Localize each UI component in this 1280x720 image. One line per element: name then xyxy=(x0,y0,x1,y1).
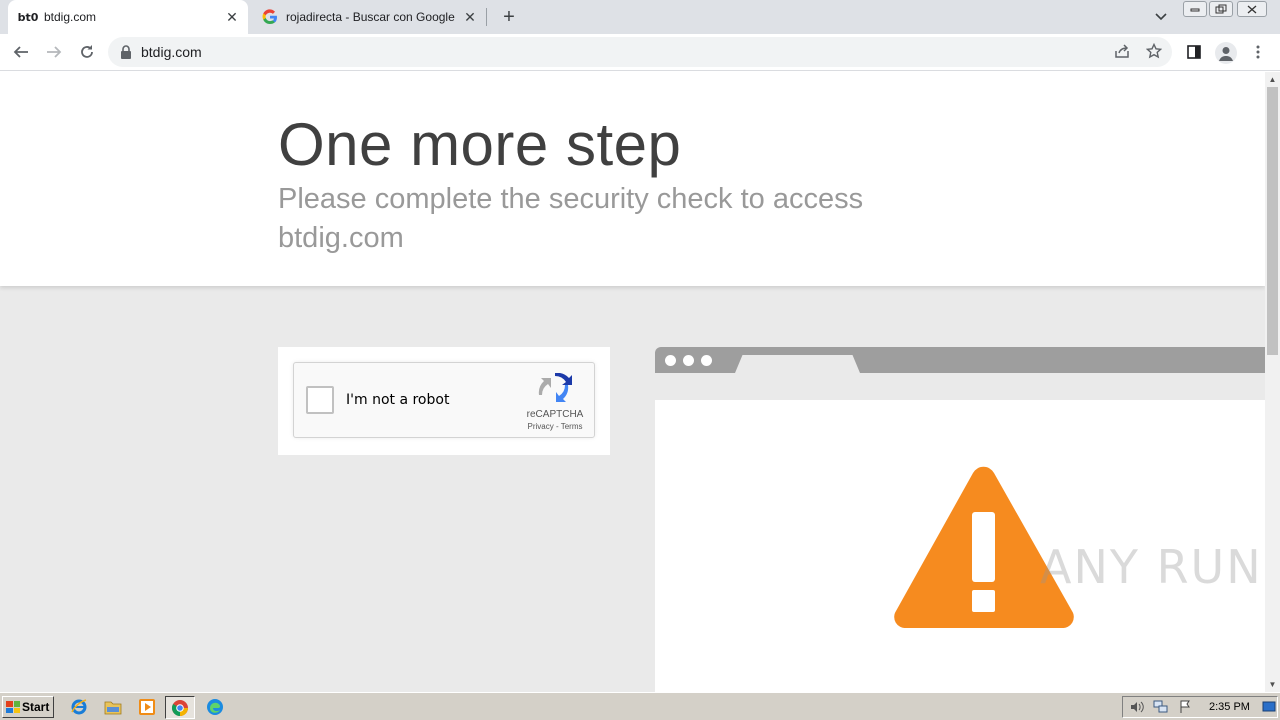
flag-icon[interactable] xyxy=(1177,700,1193,714)
btdig-favicon-icon: bt0 xyxy=(17,10,39,24)
vertical-scrollbar[interactable]: ▲ ▼ xyxy=(1265,72,1280,692)
lock-icon[interactable] xyxy=(120,45,132,59)
menu-dots-icon[interactable] xyxy=(1248,42,1268,62)
taskbar: Start 2:35 PM xyxy=(0,692,1280,720)
network-icon[interactable] xyxy=(1153,700,1169,714)
restore-window-icon[interactable] xyxy=(1209,1,1233,17)
window-dot xyxy=(665,355,676,366)
illustration-toolbar xyxy=(655,373,1265,400)
share-icon[interactable] xyxy=(1112,41,1132,61)
recaptcha-logo-icon xyxy=(538,372,572,405)
media-player-icon[interactable] xyxy=(138,698,156,716)
start-button[interactable]: Start xyxy=(2,696,54,718)
captcha-container: I'm not a robot reCAPTCHA Privacy - Term… xyxy=(278,347,610,455)
chrome-icon[interactable] xyxy=(165,696,195,719)
google-favicon-icon xyxy=(262,9,278,25)
forward-arrow-icon[interactable] xyxy=(42,40,66,64)
start-label: Start xyxy=(22,700,50,714)
recaptcha-widget: I'm not a robot reCAPTCHA Privacy - Term… xyxy=(293,362,595,438)
illustration-tab xyxy=(735,355,860,373)
scrollbar-thumb[interactable] xyxy=(1267,87,1278,355)
recaptcha-privacy-terms-link[interactable]: Privacy - Terms xyxy=(508,422,602,431)
page-viewport: One more step Please complete the securi… xyxy=(0,72,1265,692)
tab-search-icon[interactable] xyxy=(1150,7,1172,27)
tab-google-search[interactable]: rojadirecta - Buscar con Google ✕ xyxy=(250,0,486,34)
recaptcha-checkbox[interactable] xyxy=(306,386,334,414)
tab-title: rojadirecta - Buscar con Google xyxy=(286,10,455,24)
tab-separator xyxy=(486,8,487,26)
ie-icon[interactable] xyxy=(70,698,88,716)
tab-strip: bt0 btdig.com ✕ rojadirecta - Buscar con… xyxy=(0,0,1280,34)
browser-warning-illustration xyxy=(655,347,1265,692)
windows-flag-icon xyxy=(6,701,20,713)
profile-icon[interactable] xyxy=(1215,42,1237,64)
back-arrow-icon[interactable] xyxy=(9,40,33,64)
page-header: One more step Please complete the securi… xyxy=(0,72,1265,286)
page-title: One more step xyxy=(278,111,682,178)
tab-close-icon[interactable]: ✕ xyxy=(222,7,242,27)
new-tab-button[interactable]: + xyxy=(498,6,520,28)
reload-icon[interactable] xyxy=(75,40,99,64)
anyrun-watermark: ANY RUN xyxy=(1040,540,1263,594)
window-dot xyxy=(683,355,694,366)
clock: 2:35 PM xyxy=(1209,701,1250,713)
browser-toolbar: btdig.com xyxy=(0,34,1280,71)
speaker-icon[interactable] xyxy=(1129,700,1145,714)
folder-icon[interactable] xyxy=(104,698,122,716)
show-desktop-icon[interactable] xyxy=(1261,700,1277,714)
side-panel-icon[interactable] xyxy=(1184,42,1204,62)
scroll-down-icon[interactable]: ▼ xyxy=(1265,677,1280,692)
edge-icon[interactable] xyxy=(206,698,224,716)
window-dot xyxy=(701,355,712,366)
recaptcha-label: I'm not a robot xyxy=(346,392,450,408)
tab-btdig[interactable]: bt0 btdig.com ✕ xyxy=(8,0,248,34)
system-tray: 2:35 PM xyxy=(1122,696,1278,718)
page-subtitle: Please complete the security check to ac… xyxy=(278,183,864,254)
tab-title: btdig.com xyxy=(44,10,97,24)
star-icon[interactable] xyxy=(1144,41,1164,61)
scroll-up-icon[interactable]: ▲ xyxy=(1265,72,1280,87)
close-window-icon[interactable] xyxy=(1237,1,1267,17)
url-text: btdig.com xyxy=(141,44,202,60)
tab-close-icon[interactable]: ✕ xyxy=(460,7,480,27)
illustration-titlebar xyxy=(655,347,1265,373)
address-bar[interactable]: btdig.com xyxy=(108,37,1172,67)
recaptcha-brand: reCAPTCHA xyxy=(526,409,584,420)
minimize-window-icon[interactable] xyxy=(1183,1,1207,17)
